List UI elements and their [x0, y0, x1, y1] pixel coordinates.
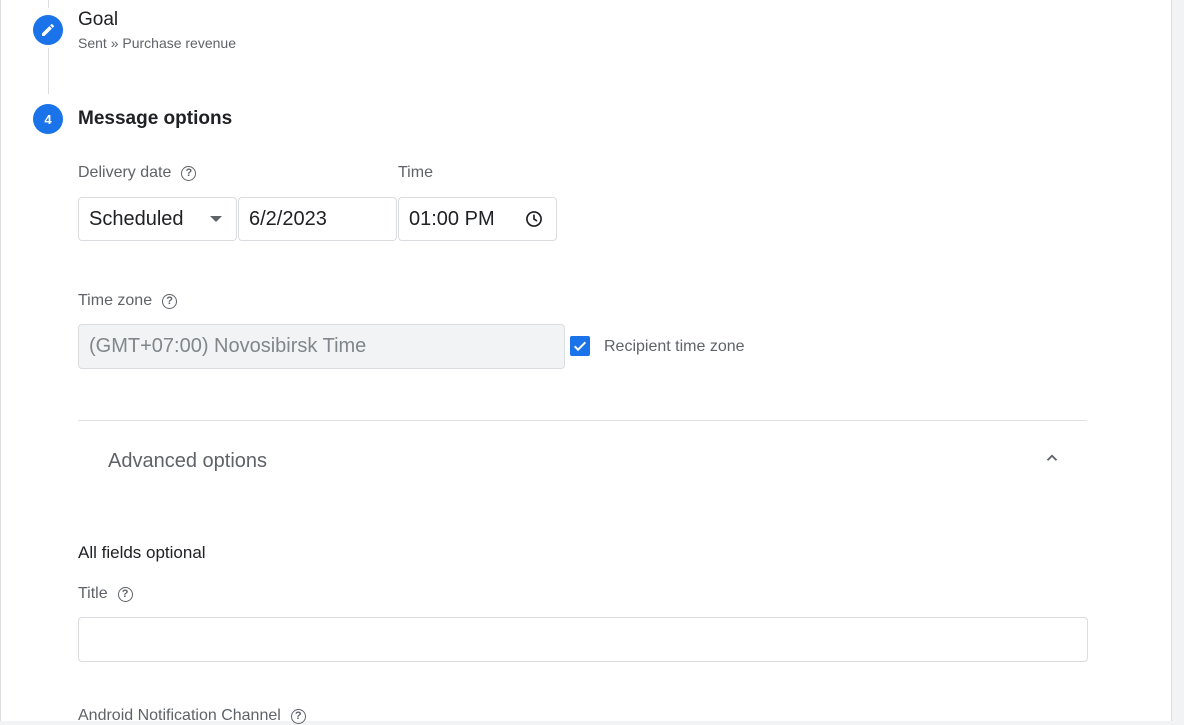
help-icon[interactable]: ? — [181, 165, 197, 181]
step-message-options-title: Message options — [78, 108, 233, 129]
title-field-label-text: Title — [78, 585, 108, 602]
time-label-text: Time — [398, 164, 433, 181]
recipient-time-zone-checkbox[interactable] — [570, 336, 590, 356]
help-icon[interactable]: ? — [290, 708, 306, 724]
checkmark-icon — [573, 341, 587, 352]
step-connector-top — [48, 0, 49, 8]
help-icon[interactable]: ? — [162, 293, 178, 309]
step-number-badge: 4 — [33, 104, 63, 134]
recipient-time-zone-label: Recipient time zone — [604, 338, 745, 355]
delivery-date-label-text: Delivery date — [78, 164, 172, 181]
delivery-date-value: 6/2/2023 — [249, 207, 327, 230]
delivery-date-label: Delivery date ? — [78, 164, 197, 182]
delivery-time-input[interactable]: 01:00 PM — [398, 197, 557, 241]
delivery-date-input[interactable]: 6/2/2023 — [238, 197, 397, 241]
android-channel-label: Android Notification Channel ? — [78, 707, 306, 725]
step-goal-subtitle: Sent » Purchase revenue — [78, 35, 236, 51]
chevron-up-icon[interactable] — [1043, 449, 1061, 467]
time-zone-label: Time zone ? — [78, 292, 178, 310]
chevron-down-icon — [210, 216, 222, 222]
pencil-icon — [42, 23, 55, 36]
delivery-type-value: Scheduled — [89, 207, 184, 230]
android-channel-label-text: Android Notification Channel — [78, 707, 281, 724]
time-zone-select: (GMT+07:00) Novosibirsk Time — [78, 324, 565, 369]
all-fields-optional-text: All fields optional — [78, 543, 206, 562]
advanced-options-title: Advanced options — [108, 450, 268, 472]
message-options-card: Goal Sent » Purchase revenue 4 Message o… — [0, 0, 1172, 724]
delivery-type-select[interactable]: Scheduled — [78, 197, 237, 241]
title-field-label: Title ? — [78, 585, 133, 603]
clock-icon[interactable] — [524, 209, 544, 229]
help-icon[interactable]: ? — [117, 586, 133, 602]
title-input[interactable] — [78, 617, 1088, 662]
step-goal-title: Goal — [78, 9, 119, 30]
step-connector — [48, 48, 49, 94]
delivery-time-value: 01:00 PM — [409, 207, 495, 230]
time-zone-value: (GMT+07:00) Novosibirsk Time — [89, 335, 367, 357]
time-zone-label-text: Time zone — [78, 292, 153, 309]
step-goal-icon[interactable] — [33, 15, 63, 45]
time-label: Time — [398, 164, 433, 182]
